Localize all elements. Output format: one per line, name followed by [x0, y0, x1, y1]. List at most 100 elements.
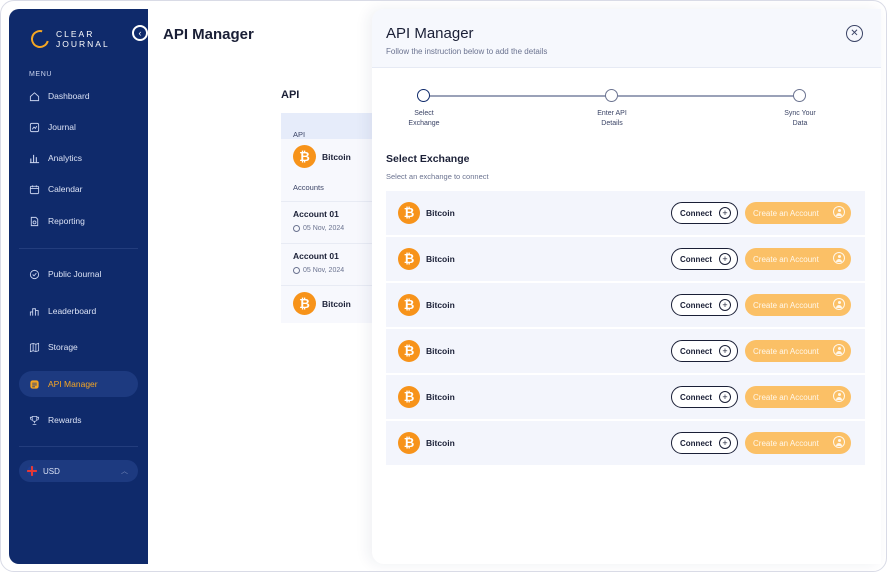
sidebar-item-label: Reporting [48, 216, 85, 226]
create-account-button[interactable]: Create an Account [745, 432, 851, 454]
step-label-select-exchange: Select Exchange [389, 109, 459, 129]
journal-icon [29, 122, 40, 133]
sidebar-item-journal[interactable]: Journal [19, 114, 138, 140]
plus-circle-icon: + [719, 391, 731, 403]
exchange-name: Bitcoin [426, 300, 455, 310]
menu-label: MENU [29, 71, 53, 78]
create-account-button[interactable]: Create an Account [745, 386, 851, 408]
sidebar-item-storage[interactable]: Storage [19, 334, 138, 360]
currency-selector[interactable]: USD ︿ [19, 460, 138, 482]
chevron-up-icon: ︿ [121, 468, 128, 475]
sidebar-item-label: Analytics [48, 153, 83, 163]
sidebar-item-dashboard[interactable]: Dashboard [19, 83, 138, 109]
connect-button[interactable]: Connect + [671, 432, 738, 454]
analytics-icon [29, 153, 40, 164]
plus-circle-icon: + [719, 437, 731, 449]
connect-label: Connect [680, 392, 712, 402]
user-circle-icon [833, 344, 845, 356]
exchange-row: ₿ Bitcoin Connect + Create an Account [386, 283, 865, 327]
plus-circle-icon: + [719, 299, 731, 311]
connect-button[interactable]: Connect + [671, 248, 738, 270]
connect-button[interactable]: Connect + [671, 340, 738, 362]
exchange-row: ₿ Bitcoin Connect + Create an Account [386, 237, 865, 281]
sidebar-item-label: Public Journal [48, 269, 102, 279]
create-account-button[interactable]: Create an Account [745, 248, 851, 270]
sidebar-item-calendar[interactable]: Calendar [19, 176, 138, 202]
create-account-button[interactable]: Create an Account [745, 294, 851, 316]
sidebar-item-reporting[interactable]: Reporting [19, 208, 138, 234]
api-exchange-item[interactable]: ₿ Bitcoin [293, 292, 351, 315]
sidebar-item-api-manager[interactable]: API Manager [19, 371, 138, 397]
trophy-icon [29, 415, 40, 426]
sidebar-divider [19, 248, 138, 249]
logo-text: CLEAR JOURNAL [56, 29, 110, 49]
create-label: Create an Account [753, 346, 819, 356]
drawer-title: API Manager [386, 25, 474, 42]
connect-label: Connect [680, 254, 712, 264]
logo-ring-icon [27, 26, 53, 52]
step-label-enter-api: Enter API Details [577, 109, 647, 129]
close-button[interactable]: ✕ [846, 25, 863, 42]
step-dot-sync-data[interactable] [793, 89, 806, 102]
leaderboard-icon [29, 306, 40, 317]
exchange-name: Bitcoin [322, 298, 351, 309]
connect-label: Connect [680, 208, 712, 218]
app-frame: CLEAR JOURNAL MENU Dashboard Journal Ana… [0, 0, 887, 572]
account-name[interactable]: Account 01 [293, 251, 339, 261]
create-account-button[interactable]: Create an Account [745, 202, 851, 224]
sidebar-item-label: Dashboard [48, 91, 90, 101]
sidebar-item-label: Leaderboard [48, 306, 97, 316]
connect-button[interactable]: Connect + [671, 386, 738, 408]
logo[interactable]: CLEAR JOURNAL [27, 26, 110, 52]
bitcoin-icon: ₿ [398, 294, 420, 316]
accounts-label: Accounts [293, 183, 324, 192]
step-dot-enter-api[interactable] [605, 89, 618, 102]
sidebar-item-label: Journal [48, 122, 76, 132]
uk-flag-icon [27, 466, 37, 476]
sidebar-item-rewards[interactable]: Rewards [19, 407, 138, 433]
bitcoin-icon: ₿ [398, 432, 420, 454]
account-date-text: 05 Nov, 2024 [303, 225, 345, 232]
step-label-line: Select [414, 110, 434, 117]
exchange-name: Bitcoin [322, 151, 351, 162]
sidebar-item-leaderboard[interactable]: Leaderboard [19, 298, 138, 324]
api-section-header: API [281, 113, 379, 139]
exchange-row: ₿ Bitcoin Connect + Create an Account [386, 191, 865, 235]
api-heading: API [281, 89, 300, 101]
create-label: Create an Account [753, 254, 819, 264]
list-divider [281, 243, 379, 244]
bitcoin-icon: ₿ [293, 292, 316, 315]
bitcoin-icon: ₿ [398, 248, 420, 270]
create-account-button[interactable]: Create an Account [745, 340, 851, 362]
home-icon [29, 91, 40, 102]
plus-circle-icon: + [719, 345, 731, 357]
exchange-row: ₿ Bitcoin Connect + Create an Account [386, 329, 865, 373]
connect-button[interactable]: Connect + [671, 202, 738, 224]
public-journal-icon [29, 269, 40, 280]
step-connector [430, 95, 606, 97]
list-divider [281, 285, 379, 286]
bitcoin-icon: ₿ [398, 202, 420, 224]
collapse-sidebar-button[interactable]: ‹ [132, 25, 148, 41]
api-exchange-item[interactable]: ₿ Bitcoin [293, 145, 351, 168]
exchange-name: Bitcoin [426, 254, 455, 264]
exchange-row: ₿ Bitcoin Connect + Create an Account [386, 375, 865, 419]
exchange-name: Bitcoin [426, 438, 455, 448]
connect-label: Connect [680, 438, 712, 448]
storage-icon [29, 342, 40, 353]
sidebar-item-analytics[interactable]: Analytics [19, 145, 138, 171]
connect-label: Connect [680, 346, 712, 356]
sidebar-item-public-journal[interactable]: Public Journal [19, 261, 138, 287]
account-name[interactable]: Account 01 [293, 209, 339, 219]
list-divider [281, 201, 379, 202]
user-circle-icon [833, 298, 845, 310]
step-label-line: Exchange [408, 120, 440, 127]
stepper: Select Exchange Enter API Details Sync Y… [372, 87, 881, 147]
background-page: API Manager API API ₿ Bitcoin Accounts A… [148, 9, 379, 564]
chevron-left-icon: ‹ [138, 28, 142, 38]
exchange-name: Bitcoin [426, 346, 455, 356]
bitcoin-icon: ₿ [293, 145, 316, 168]
connect-button[interactable]: Connect + [671, 294, 738, 316]
user-circle-icon [833, 436, 845, 448]
step-dot-select-exchange[interactable] [417, 89, 430, 102]
